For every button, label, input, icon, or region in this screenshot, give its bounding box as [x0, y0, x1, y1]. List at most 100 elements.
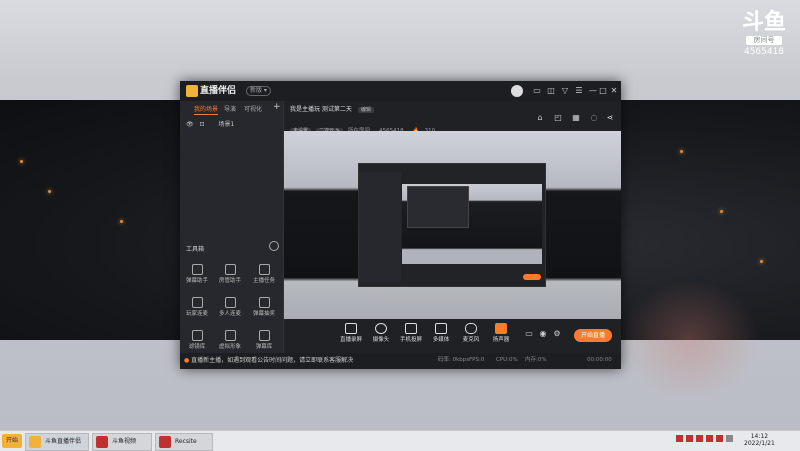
minimize-icon[interactable]: — — [588, 86, 598, 96]
version-dropdown[interactable]: 新版 ▾ — [246, 86, 271, 96]
toolbox-title: 工具箱 — [186, 246, 205, 253]
tool-danmu-lib[interactable]: 弹幕库 — [250, 330, 278, 351]
ctrl-label: 麦克风 — [462, 337, 480, 343]
tool-label: 房管助手 — [218, 278, 241, 284]
tool-label: 主播任务 — [252, 278, 275, 284]
ember — [120, 220, 123, 223]
taskbar-app-companion[interactable]: 斗鱼直播伴侣 — [25, 433, 89, 451]
clock-time: 14:12 — [750, 433, 769, 440]
share-alt-icon[interactable]: ⋖ — [605, 113, 615, 123]
screen-record-button[interactable]: 直播录屏 — [336, 323, 366, 344]
notice-icon: ● — [184, 357, 190, 364]
speaker-icon — [495, 323, 507, 334]
camera-icon — [375, 323, 387, 334]
help-icon[interactable]: ☰ — [574, 86, 584, 96]
gift-box-icon[interactable]: ◰ — [553, 113, 563, 123]
edit-title-button[interactable]: 编辑 — [357, 107, 374, 113]
camera-button[interactable]: 摄像头 — [366, 323, 396, 344]
live-timer: 00:00:00 — [587, 357, 612, 363]
play-icon — [435, 323, 447, 334]
tool-label: 多人连麦 — [218, 311, 241, 317]
app-name: 直播伴侣 — [200, 86, 237, 96]
tab-my-scenes[interactable]: 我的场景 — [194, 106, 219, 115]
add-scene-button[interactable]: + — [273, 103, 281, 112]
phone-cast-button[interactable]: 手机投屏 — [396, 323, 426, 344]
title-bar[interactable]: 直播伴侣 新版 ▾ ▭ ◫ ▽ ☰ — □ ✕ — [180, 81, 621, 101]
watermark-logo: 斗鱼 — [742, 10, 787, 35]
user-avatar[interactable] — [511, 85, 523, 97]
avatar-icon — [224, 330, 236, 341]
tool-label: 弹幕助手 — [185, 278, 208, 284]
nested-sidebar — [359, 172, 401, 282]
tool-room-admin[interactable]: 房管助手 — [216, 264, 244, 285]
tray-icon[interactable] — [676, 435, 683, 442]
speaker-button[interactable]: 扬声器 — [486, 323, 516, 344]
message-icon[interactable]: ▭ — [532, 86, 542, 96]
ctrl-label: 多媒体 — [432, 337, 450, 343]
companion-app-icon — [29, 436, 41, 448]
toolbox-settings-icon[interactable] — [269, 241, 279, 251]
tool-avatar[interactable]: 虚拟形象 — [216, 330, 244, 351]
tool-multi-mic[interactable]: 多人连麦 — [216, 297, 244, 318]
clock-date: 2022/1/21 — [744, 440, 775, 447]
eye-icon[interactable]: 👁 — [186, 121, 194, 128]
tray-icon[interactable] — [716, 435, 723, 442]
tool-anchor-task[interactable]: 主播任务 — [250, 264, 278, 285]
notice-message: 直播新主播，如遇到观看公告时间问题，请立即联系客服解决 — [191, 357, 354, 364]
record-icon[interactable]: ▭ — [524, 329, 534, 339]
petal-decoration — [620, 280, 760, 400]
tool-player-mic[interactable]: 玩家连麦 — [183, 297, 211, 318]
stat-bitrate: 码率: 0kbps — [438, 357, 470, 363]
tool-label: 滤镜库 — [188, 344, 206, 350]
video-app-icon — [96, 436, 108, 448]
taskbar-app-recsite[interactable]: Recsite — [155, 433, 213, 451]
nested-preview-inner — [407, 186, 469, 228]
maximize-icon[interactable]: □ — [598, 86, 608, 96]
lock-icon[interactable]: ⊡ — [200, 121, 205, 128]
skin-icon[interactable]: ▽ — [560, 86, 570, 96]
tray-icon[interactable] — [706, 435, 713, 442]
tool-danmu-helper[interactable]: 弹幕助手 — [183, 264, 211, 285]
stream-preview[interactable] — [284, 131, 621, 319]
sidebar: 我的场景 导演 可视化 + 👁 ⊡ 场景1 工具箱 弹幕助手 房管助手 主播任务… — [180, 101, 284, 369]
tray-icon[interactable] — [686, 435, 693, 442]
stream-title-text: 我是主播玩 测试第二天 — [290, 106, 352, 113]
system-clock[interactable]: 14:12 2022/1/21 — [744, 433, 775, 447]
stream-title: 我是主播玩 测试第二天 编辑 — [290, 106, 374, 114]
ember — [680, 150, 683, 153]
share-icon[interactable]: ⌂ — [535, 113, 545, 123]
phone-icon — [405, 323, 417, 334]
gift-icon[interactable]: ◫ — [546, 86, 556, 96]
taskbar-label: 斗鱼视频 — [112, 438, 137, 445]
close-icon[interactable]: ✕ — [609, 86, 619, 96]
media-button[interactable]: 多媒体 — [426, 323, 456, 344]
ctrl-label: 直播录屏 — [339, 337, 362, 343]
taskbar-label: 斗鱼直播伴侣 — [45, 438, 82, 445]
lottery-icon — [258, 297, 270, 308]
microphone-button[interactable]: 麦克风 — [456, 323, 486, 344]
eye-preview-icon[interactable]: ◉ — [538, 329, 548, 339]
control-bar: 直播录屏 摄像头 手机投屏 多媒体 麦克风 扬声器 ▭ ◉ ⚙ 开始直播 — [284, 319, 621, 349]
taskbar-app-video[interactable]: 斗鱼视频 — [92, 433, 152, 451]
volume-icon[interactable] — [726, 435, 733, 442]
notice-text: ● 直播新主播，如遇到观看公告时间问题，请立即联系客服解决 — [184, 357, 353, 365]
recsite-app-icon — [159, 436, 171, 448]
settings-icon[interactable]: ⚙ — [552, 329, 562, 339]
tab-director[interactable]: 导演 — [224, 106, 236, 114]
taskbar: 开始 斗鱼直播伴侣 斗鱼视频 Recsite 14:12 2022/1/21 — [0, 430, 800, 451]
stat-memory: 内存:0% — [525, 357, 547, 363]
start-live-button[interactable]: 开始直播 — [574, 329, 612, 342]
notice-bar: ● 直播新主播，如遇到观看公告时间问题，请立即联系客服解决 — [180, 353, 621, 369]
scene-item[interactable]: 👁 ⊡ 场景1 — [186, 121, 234, 129]
grid-icon[interactable]: ▦ — [571, 113, 581, 123]
start-button[interactable]: 开始 — [2, 434, 22, 448]
tray-icon[interactable] — [696, 435, 703, 442]
monitor-icon — [345, 323, 357, 334]
danmu-icon — [191, 264, 203, 275]
tool-filter[interactable]: 滤镜库 — [183, 330, 211, 351]
tool-label: 弹幕抽奖 — [252, 311, 275, 317]
taskbar-label: Recsite — [175, 438, 197, 445]
notify-icon[interactable]: ◌ — [589, 113, 599, 123]
tab-visual[interactable]: 可视化 — [244, 106, 262, 114]
tool-danmu-lottery[interactable]: 弹幕抽奖 — [250, 297, 278, 318]
